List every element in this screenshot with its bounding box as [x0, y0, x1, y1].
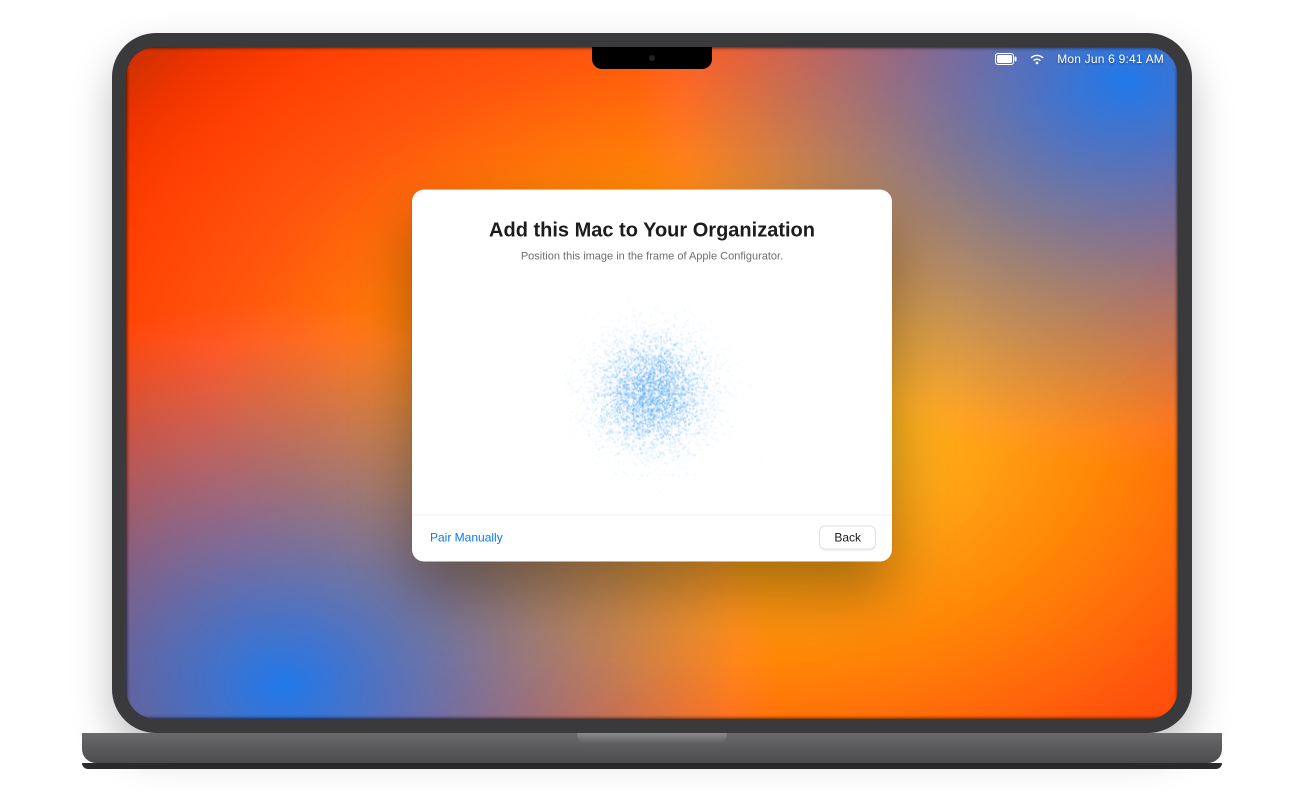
pairing-particle-image [502, 277, 802, 497]
dialog-body: Add this Mac to Your Organization Positi… [412, 190, 892, 515]
back-button[interactable]: Back [819, 526, 876, 550]
pair-manually-button[interactable]: Pair Manually [428, 527, 505, 549]
dialog-title: Add this Mac to Your Organization [440, 220, 864, 243]
dialog-subtitle: Position this image in the frame of Appl… [440, 251, 864, 263]
laptop-screen: Mon Jun 6 9:41 AM Add this Mac to Your O… [126, 47, 1178, 719]
menu-bar-clock[interactable]: Mon Jun 6 9:41 AM [1057, 52, 1164, 66]
laptop-mockup: Mon Jun 6 9:41 AM Add this Mac to Your O… [82, 33, 1222, 769]
laptop-foot [82, 763, 1222, 769]
dialog-footer: Pair Manually Back [412, 515, 892, 562]
setup-dialog: Add this Mac to Your Organization Positi… [412, 190, 892, 562]
laptop-lid: Mon Jun 6 9:41 AM Add this Mac to Your O… [112, 33, 1192, 733]
laptop-base [82, 733, 1222, 763]
battery-full-icon[interactable] [995, 53, 1017, 65]
stage: Mon Jun 6 9:41 AM Add this Mac to Your O… [0, 0, 1304, 802]
wifi-icon[interactable] [1029, 53, 1045, 65]
display-notch [592, 47, 712, 69]
